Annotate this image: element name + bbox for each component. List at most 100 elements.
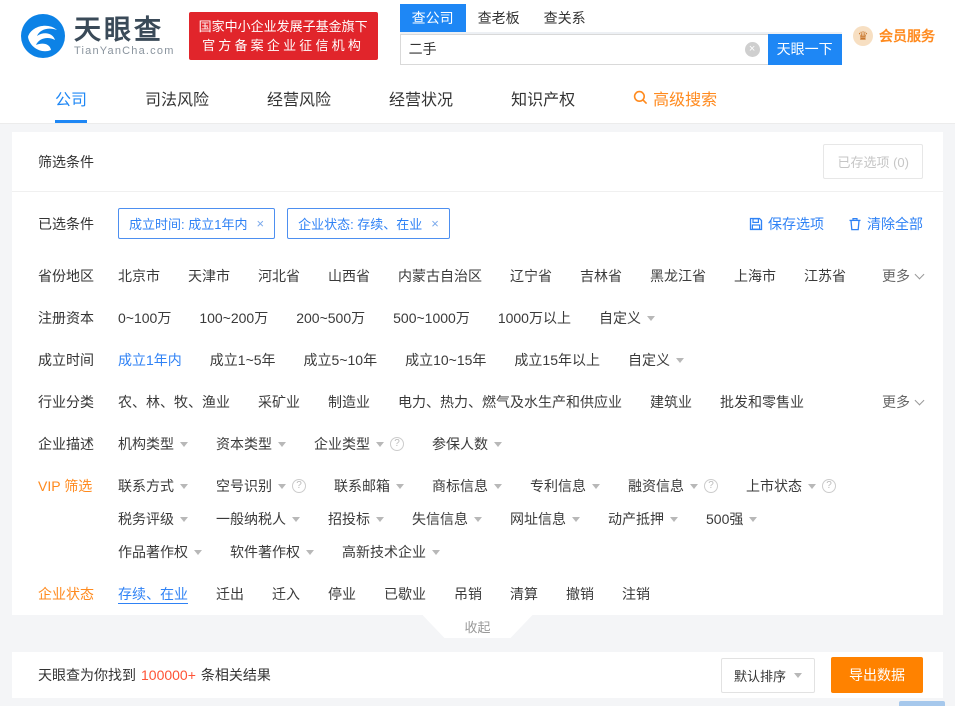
filter-option[interactable]: 动产抵押: [608, 508, 678, 530]
filter-option[interactable]: 批发和零售业: [720, 391, 804, 413]
filter-row-label: 注册资本: [38, 307, 118, 329]
logo[interactable]: 天眼查 TianYanCha.com: [20, 13, 175, 59]
nav-item-经营状况[interactable]: 经营状况: [389, 72, 453, 123]
filter-option[interactable]: 采矿业: [258, 391, 300, 413]
filter-option[interactable]: 机构类型: [118, 433, 188, 455]
filter-option[interactable]: 成立10~15年: [405, 349, 486, 371]
help-icon[interactable]: ?: [822, 479, 836, 493]
filter-option[interactable]: 联系方式: [118, 475, 188, 497]
help-icon[interactable]: ?: [292, 479, 306, 493]
filter-option[interactable]: 吉林省: [580, 265, 622, 287]
clear-input-icon[interactable]: [745, 42, 760, 57]
filter-option[interactable]: 联系邮箱: [334, 475, 404, 497]
filter-option[interactable]: 网址信息: [510, 508, 580, 530]
filter-option[interactable]: 0~100万: [118, 307, 171, 329]
filter-option[interactable]: 自定义: [599, 307, 655, 329]
filter-option[interactable]: 商标信息: [432, 475, 502, 497]
sort-dropdown[interactable]: 默认排序: [721, 658, 815, 693]
filter-row: 成立时间成立1年内成立1~5年成立5~10年成立10~15年成立15年以上自定义: [12, 339, 943, 381]
caret-down-icon: [180, 484, 188, 489]
nav-item-经营风险[interactable]: 经营风险: [267, 72, 331, 123]
filter-option[interactable]: 招投标: [328, 508, 384, 530]
more-link[interactable]: 更多: [882, 391, 923, 413]
filter-option[interactable]: 上海市: [734, 265, 776, 287]
help-icon[interactable]: ?: [390, 437, 404, 451]
nav-item-公司[interactable]: 公司: [55, 72, 87, 123]
export-data-button[interactable]: 导出数据: [831, 657, 923, 693]
filter-option[interactable]: 辽宁省: [510, 265, 552, 287]
filter-option[interactable]: 融资信息?: [628, 475, 718, 497]
filter-option[interactable]: 黑龙江省: [650, 265, 706, 287]
chevron-down-icon: [915, 269, 925, 279]
nav-item-司法风险[interactable]: 司法风险: [145, 72, 209, 123]
filter-option[interactable]: 成立15年以上: [514, 349, 600, 371]
caret-down-icon: [292, 517, 300, 522]
filter-option[interactable]: 上市状态?: [746, 475, 836, 497]
filter-option[interactable]: 成立1~5年: [210, 349, 276, 371]
filter-option[interactable]: 停业: [328, 583, 356, 605]
help-icon[interactable]: ?: [704, 479, 718, 493]
filter-option[interactable]: 制造业: [328, 391, 370, 413]
filter-row-label: 行业分类: [38, 391, 118, 413]
filter-option[interactable]: 资本类型: [216, 433, 286, 455]
filter-chip[interactable]: 成立时间: 成立1年内: [118, 208, 275, 239]
filter-option[interactable]: 清算: [510, 583, 538, 605]
filter-option[interactable]: 北京市: [118, 265, 160, 287]
filter-option[interactable]: 迁出: [216, 583, 244, 605]
search-submit-button[interactable]: 天眼一下: [768, 34, 842, 65]
filter-option[interactable]: 专利信息: [530, 475, 600, 497]
filter-option[interactable]: 建筑业: [650, 391, 692, 413]
caret-down-icon: [376, 517, 384, 522]
filter-option[interactable]: 注销: [622, 583, 650, 605]
filter-option[interactable]: 一般纳税人: [216, 508, 300, 530]
filter-option[interactable]: 迁入: [272, 583, 300, 605]
filter-option[interactable]: 电力、热力、燃气及水生产和供应业: [398, 391, 622, 413]
chip-close-icon[interactable]: [256, 217, 264, 230]
collapse-panel-button[interactable]: 收起: [423, 615, 533, 638]
filter-option[interactable]: 失信信息: [412, 508, 482, 530]
filter-option[interactable]: 农、林、牧、渔业: [118, 391, 230, 413]
filter-option[interactable]: 河北省: [258, 265, 300, 287]
clear-all-button[interactable]: 清除全部: [848, 214, 923, 234]
filter-option[interactable]: 山西省: [328, 265, 370, 287]
filter-option[interactable]: 500强: [706, 508, 757, 530]
advanced-search-link[interactable]: 高级搜索: [633, 72, 717, 123]
save-options-button[interactable]: 保存选项: [749, 214, 824, 234]
filter-option[interactable]: 作品著作权: [118, 541, 202, 563]
filter-option[interactable]: 参保人数: [432, 433, 502, 455]
filter-option[interactable]: 企业类型?: [314, 433, 404, 455]
caret-down-icon: [592, 484, 600, 489]
filter-option[interactable]: 天津市: [188, 265, 230, 287]
filter-option[interactable]: 吊销: [454, 583, 482, 605]
filter-option[interactable]: 软件著作权: [230, 541, 314, 563]
filter-option[interactable]: 100~200万: [199, 307, 268, 329]
filter-option[interactable]: 江苏省: [804, 265, 846, 287]
filter-option[interactable]: 1000万以上: [498, 307, 571, 329]
filter-option[interactable]: 成立1年内: [118, 349, 182, 371]
search-tab-查老板[interactable]: 查老板: [466, 4, 532, 32]
filter-option[interactable]: 500~1000万: [393, 307, 470, 329]
chip-close-icon[interactable]: [431, 217, 439, 230]
filter-option[interactable]: 存续、在业: [118, 583, 188, 605]
member-service-link[interactable]: 会员服务: [853, 26, 935, 46]
filter-option[interactable]: 高新技术企业: [342, 541, 440, 563]
category-nav: 公司 司法风险 经营风险 经营状况 知识产权 高级搜索: [0, 72, 955, 124]
filter-option[interactable]: 撤销: [566, 583, 594, 605]
filter-option[interactable]: 已歇业: [384, 583, 426, 605]
search-tab-查关系[interactable]: 查关系: [532, 4, 598, 32]
filter-chip[interactable]: 企业状态: 存续、在业: [287, 208, 450, 239]
filter-row: 企业描述机构类型资本类型企业类型?参保人数: [12, 423, 943, 465]
nav-item-知识产权[interactable]: 知识产权: [511, 72, 575, 123]
more-link[interactable]: 更多: [882, 265, 923, 287]
filter-option[interactable]: 200~500万: [296, 307, 365, 329]
search-input[interactable]: [409, 41, 745, 57]
filter-option[interactable]: 税务评级: [118, 508, 188, 530]
filter-option[interactable]: 自定义: [628, 349, 684, 371]
search-input-wrap: [400, 34, 768, 65]
caret-down-icon: [306, 550, 314, 555]
filter-option[interactable]: 成立5~10年: [304, 349, 378, 371]
saved-options-button[interactable]: 已存选项 (0): [823, 144, 923, 179]
filter-option[interactable]: 空号识别?: [216, 475, 306, 497]
search-tab-查公司[interactable]: 查公司: [400, 4, 466, 32]
filter-option[interactable]: 内蒙古自治区: [398, 265, 482, 287]
